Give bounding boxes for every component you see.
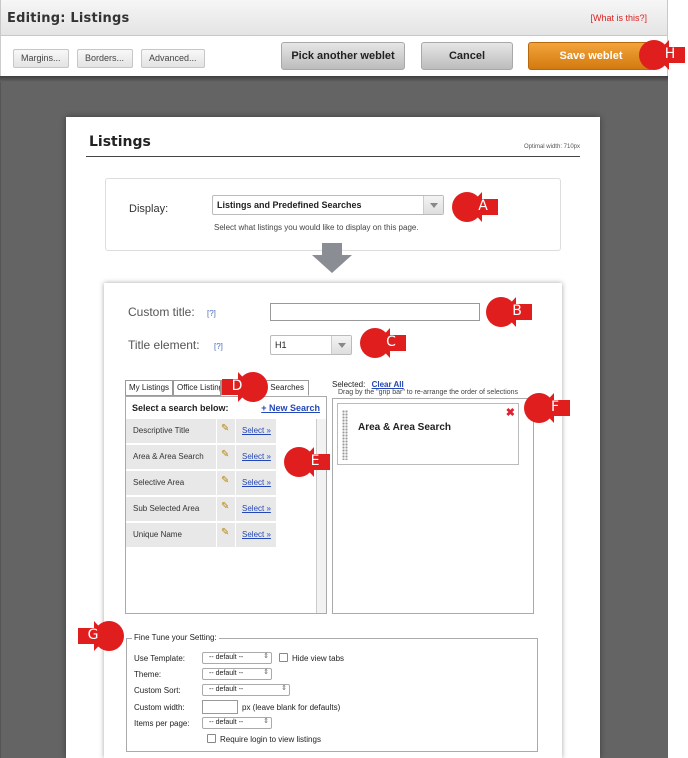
selected-list: Area & Area Search ✖ xyxy=(332,398,534,614)
title-rule xyxy=(86,156,580,157)
custom-sort-select[interactable]: -- default -- xyxy=(202,684,290,696)
select-link[interactable]: Select » xyxy=(236,497,276,521)
drag-note: Drag by the "grip bar" to re-arrange the… xyxy=(338,389,519,396)
tab-office-listings[interactable]: Office Listings xyxy=(173,380,221,396)
editor-header: Editing: Listings [What is this?] xyxy=(0,0,668,36)
annotation-marker-h: H xyxy=(639,40,685,70)
require-login-label: Require login to view listings xyxy=(220,735,321,744)
toolbar-shadow xyxy=(0,76,668,82)
display-select-value: Listings and Predefined Searches xyxy=(217,200,362,210)
panel-title: Listings xyxy=(89,134,151,150)
pencil-icon[interactable] xyxy=(217,471,235,495)
custom-sort-label: Custom Sort: xyxy=(134,686,181,695)
use-template-label: Use Template: xyxy=(134,654,185,663)
margins-button[interactable]: Margins... xyxy=(13,49,69,68)
selected-label: Selected: xyxy=(332,380,366,389)
search-name: Selective Area xyxy=(126,471,216,495)
config-panel: Custom title: [?] Title element: [?] H1 … xyxy=(104,283,562,758)
search-name: Descriptive Title xyxy=(126,419,216,443)
custom-width-hint: px (leave blank for defaults) xyxy=(242,703,341,712)
select-link[interactable]: Select » xyxy=(236,471,276,495)
grip-bar-icon[interactable] xyxy=(342,410,348,460)
search-name: Area & Area Search xyxy=(126,445,216,469)
search-list-heading: Select a search below: xyxy=(132,403,229,413)
annotation-marker-b: B xyxy=(486,297,532,327)
selected-header: Selected: Clear All xyxy=(332,380,404,389)
annotation-marker-e: E xyxy=(284,447,330,477)
annotation-letter: G xyxy=(87,627,99,643)
list-item: Area & Area Search Select » xyxy=(126,445,276,470)
new-search-link[interactable]: + New Search xyxy=(261,403,320,413)
selected-item-label: Area & Area Search xyxy=(358,422,452,433)
title-element-value: H1 xyxy=(275,340,287,350)
annotation-letter: H xyxy=(664,46,676,62)
items-per-page-select[interactable]: -- default -- xyxy=(202,717,272,729)
display-help-text: Select what listings you would like to d… xyxy=(214,223,419,232)
annotation-letter: C xyxy=(386,334,396,350)
advanced-button[interactable]: Advanced... xyxy=(141,49,205,68)
items-per-page-label: Items per page: xyxy=(134,719,190,728)
annotation-letter: B xyxy=(512,303,522,319)
list-item: Selective Area Select » xyxy=(126,471,276,496)
select-link[interactable]: Select » xyxy=(236,445,276,469)
clear-all-link[interactable]: Clear All xyxy=(372,380,404,389)
annotation-letter: D xyxy=(231,378,243,394)
hide-view-tabs-checkbox[interactable] xyxy=(279,653,288,662)
borders-button[interactable]: Borders... xyxy=(77,49,133,68)
annotation-marker-g: G xyxy=(78,621,124,651)
display-select[interactable]: Listings and Predefined Searches xyxy=(212,195,444,215)
annotation-letter: F xyxy=(550,399,560,415)
pencil-icon[interactable] xyxy=(217,445,235,469)
title-element-label: Title element: xyxy=(128,338,200,352)
search-name: Unique Name xyxy=(126,523,216,547)
require-login-checkbox[interactable] xyxy=(207,734,216,743)
cancel-button[interactable]: Cancel xyxy=(421,42,513,70)
search-name: Sub Selected Area xyxy=(126,497,216,521)
custom-title-label: Custom title: xyxy=(128,305,195,319)
annotation-marker-d: D xyxy=(222,372,268,402)
optimal-width: Optimal width: 710px xyxy=(523,144,580,150)
annotation-marker-a: A xyxy=(452,192,498,222)
remove-icon[interactable]: ✖ xyxy=(506,406,515,419)
theme-select[interactable]: -- default -- xyxy=(202,668,272,680)
pick-another-weblet-button[interactable]: Pick another weblet xyxy=(281,42,405,70)
listings-panel: Listings Optimal width: 710px Display: L… xyxy=(66,117,600,758)
select-link[interactable]: Select » xyxy=(236,523,276,547)
pencil-icon[interactable] xyxy=(217,497,235,521)
search-list: Select a search below: + New Search Desc… xyxy=(125,396,327,614)
title-element-select[interactable]: H1 xyxy=(270,335,352,355)
editor-title: Editing: Listings xyxy=(7,11,130,26)
save-weblet-button[interactable]: Save weblet xyxy=(528,42,654,70)
use-template-select[interactable]: -- default -- xyxy=(202,652,272,664)
list-item: Sub Selected Area Select » xyxy=(126,497,276,522)
chevron-down-icon xyxy=(331,336,351,354)
pencil-icon[interactable] xyxy=(217,419,235,443)
editor-toolbar: Margins... Borders... Advanced... Pick a… xyxy=(0,36,668,76)
title-element-help-link[interactable]: [?] xyxy=(214,342,223,351)
chevron-down-icon xyxy=(423,196,443,214)
display-label: Display: xyxy=(129,203,169,215)
tab-my-listings[interactable]: My Listings xyxy=(125,380,173,396)
fine-tune-legend: Fine Tune your Setting: xyxy=(132,633,219,642)
annotation-marker-c: C xyxy=(360,328,406,358)
annotation-marker-f: F xyxy=(524,393,570,423)
annotation-letter: A xyxy=(478,198,488,214)
custom-width-label: Custom width: xyxy=(134,703,185,712)
what-is-this-link[interactable]: [What is this?] xyxy=(590,13,647,23)
custom-width-input[interactable] xyxy=(202,700,238,714)
list-item: Descriptive Title Select » xyxy=(126,419,276,444)
flow-arrow-icon xyxy=(312,243,352,273)
selected-item[interactable]: Area & Area Search ✖ xyxy=(337,403,519,465)
custom-title-help-link[interactable]: [?] xyxy=(207,309,216,318)
pencil-icon[interactable] xyxy=(217,523,235,547)
select-link[interactable]: Select » xyxy=(236,419,276,443)
hide-view-tabs-label: Hide view tabs xyxy=(292,654,345,663)
list-item: Unique Name Select » xyxy=(126,523,276,548)
theme-label: Theme: xyxy=(134,670,162,679)
custom-title-input[interactable] xyxy=(270,303,480,321)
annotation-letter: E xyxy=(310,453,320,469)
